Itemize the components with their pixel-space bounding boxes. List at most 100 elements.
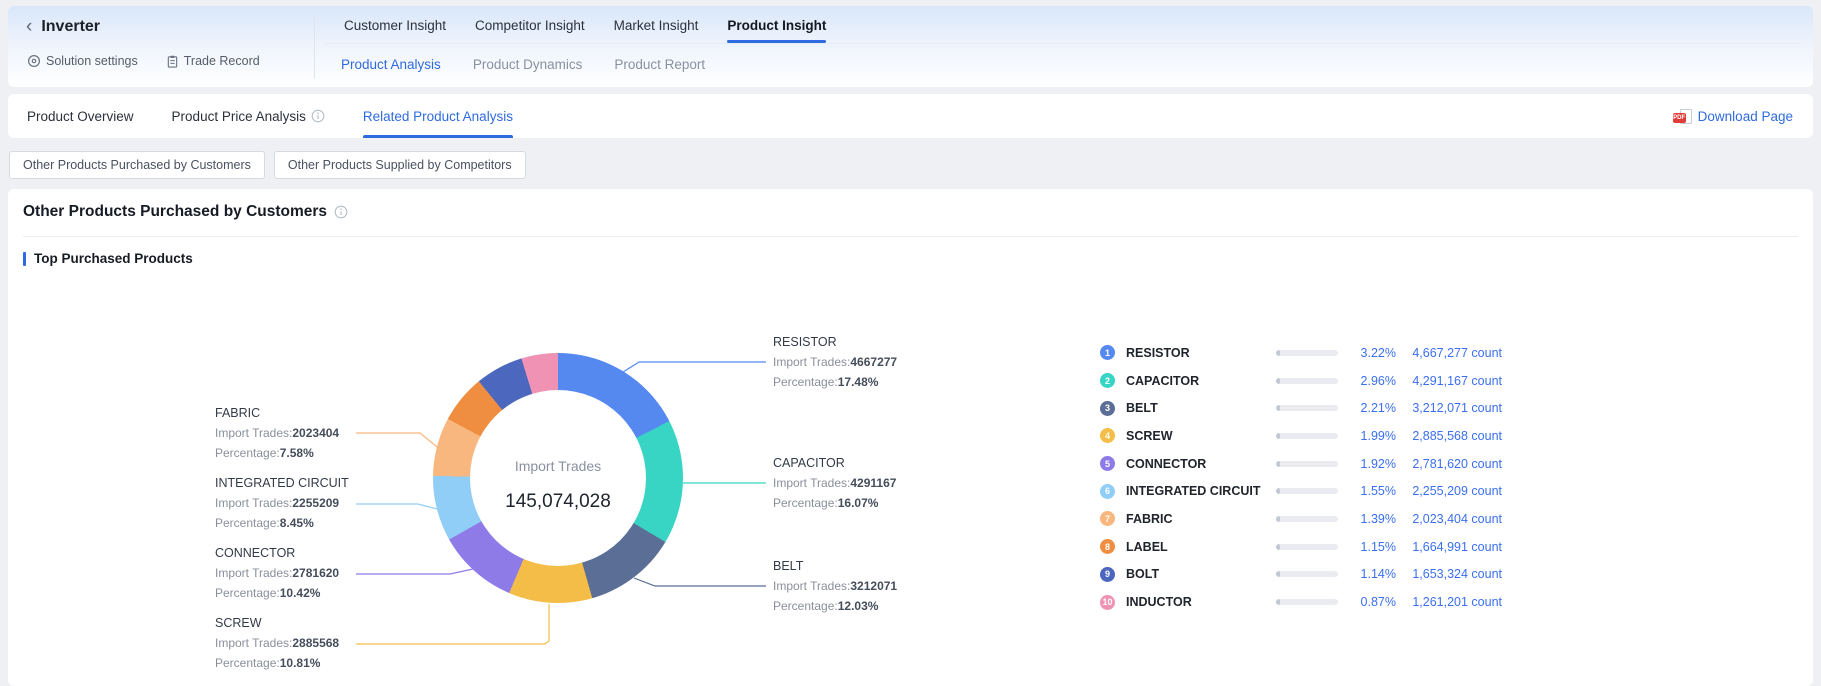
header-divider <box>314 16 315 78</box>
callout-percentage: Percentage:12.03% <box>773 596 948 616</box>
tab-product-price-analysis[interactable]: Product Price Analysis <box>172 94 325 138</box>
subtab-product-report[interactable]: Product Report <box>614 56 705 74</box>
section-title: Other Products Purchased by Customers <box>23 203 327 221</box>
legend-pct: 1.39% <box>1342 512 1396 526</box>
legend-pct: 2.96% <box>1342 374 1396 388</box>
filter-supplied-by-competitors-button[interactable]: Other Products Supplied by Competitors <box>274 151 526 179</box>
rank-badge: 1 <box>1100 345 1115 360</box>
callout-integrated-circuit: INTEGRATED CIRCUIT Import Trades:2255209… <box>215 473 390 533</box>
tab-product-overview-label: Product Overview <box>27 109 134 124</box>
tab-competitor-insight[interactable]: Competitor Insight <box>475 15 585 37</box>
rank-badge: 2 <box>1100 373 1115 388</box>
legend-pct: 0.87% <box>1342 595 1396 609</box>
legend-row-connector[interactable]: 5 CONNECTOR 1.92% 2,781,620 count <box>1100 450 1502 478</box>
rank-badge: 4 <box>1100 428 1115 443</box>
tab-product-insight[interactable]: Product Insight <box>727 15 826 37</box>
trade-record-label: Trade Record <box>184 54 260 68</box>
legend-pct: 2.21% <box>1342 401 1396 415</box>
accent-bar <box>23 252 26 266</box>
legend-name: INTEGRATED CIRCUIT <box>1126 484 1276 498</box>
header-card: ‹ Inverter Solution settings Trade Recor… <box>8 6 1813 87</box>
legend-row-fabric[interactable]: 7 FABRIC 1.39% 2,023,404 count <box>1100 505 1502 533</box>
tab-market-insight[interactable]: Market Insight <box>614 15 699 37</box>
header-links: Solution settings Trade Record <box>27 54 260 68</box>
legend-count: 2,255,209 count <box>1396 484 1502 498</box>
pdf-badge: PDF <box>1673 113 1686 123</box>
legend-pct: 1.55% <box>1342 484 1396 498</box>
page-title: Inverter <box>41 18 100 36</box>
callout-name: CAPACITOR <box>773 453 948 473</box>
top-products-legend: 1 RESISTOR 3.22% 4,667,277 count 2 CAPAC… <box>1100 339 1502 616</box>
callout-percentage: Percentage:10.81% <box>215 653 390 673</box>
solution-settings-icon <box>27 54 41 68</box>
legend-count: 4,291,167 count <box>1396 374 1502 388</box>
legend-row-resistor[interactable]: 1 RESISTOR 3.22% 4,667,277 count <box>1100 339 1502 367</box>
legend-bar <box>1276 516 1338 522</box>
callout-name: INTEGRATED CIRCUIT <box>215 473 390 493</box>
callout-screw: SCREW Import Trades:2885568 Percentage:1… <box>215 613 390 673</box>
legend-bar <box>1276 461 1338 467</box>
callout-name: CONNECTOR <box>215 543 390 563</box>
legend-count: 4,667,277 count <box>1396 346 1502 360</box>
product-subtabs: Product Analysis Product Dynamics Produc… <box>341 56 705 74</box>
section-heading: Other Products Purchased by Customers <box>23 203 348 221</box>
legend-name: SCREW <box>1126 429 1276 443</box>
callout-capacitor: CAPACITOR Import Trades:4291167 Percenta… <box>773 453 948 513</box>
tab-product-overview[interactable]: Product Overview <box>27 94 134 138</box>
back-chevron-icon[interactable]: ‹ <box>26 18 32 36</box>
legend-row-inductor[interactable]: 10 INDUCTOR 0.87% 1,261,201 count <box>1100 588 1502 616</box>
legend-row-integrated-circuit[interactable]: 6 INTEGRATED CIRCUIT 1.55% 2,255,209 cou… <box>1100 477 1502 505</box>
filter-purchased-by-customers-button[interactable]: Other Products Purchased by Customers <box>9 151 265 179</box>
callout-percentage: Percentage:10.42% <box>215 583 390 603</box>
callout-trades: Import Trades:4667277 <box>773 352 948 372</box>
legend-pct: 1.15% <box>1342 540 1396 554</box>
legend-name: BELT <box>1126 401 1276 415</box>
callout-percentage: Percentage:17.48% <box>773 372 948 392</box>
legend-bar <box>1276 350 1338 356</box>
legend-count: 1,664,991 count <box>1396 540 1502 554</box>
tab-related-product-analysis[interactable]: Related Product Analysis <box>363 94 513 138</box>
rank-badge: 6 <box>1100 484 1115 499</box>
callout-name: SCREW <box>215 613 390 633</box>
breadcrumb[interactable]: ‹ Inverter <box>26 18 100 36</box>
legend-bar <box>1276 599 1338 605</box>
legend-bar <box>1276 544 1338 550</box>
subsection-title: Top Purchased Products <box>34 251 193 266</box>
info-icon <box>311 109 325 123</box>
download-page-link[interactable]: PDF Download Page <box>1673 94 1793 138</box>
legend-count: 1,261,201 count <box>1396 595 1502 609</box>
callout-trades: Import Trades:4291167 <box>773 473 948 493</box>
subtab-product-dynamics[interactable]: Product Dynamics <box>473 56 583 74</box>
callout-trades: Import Trades:3212071 <box>773 576 948 596</box>
legend-bar <box>1276 378 1338 384</box>
rank-badge: 9 <box>1100 567 1115 582</box>
filter-buttons: Other Products Purchased by Customers Ot… <box>9 151 526 179</box>
donut-center-label: Import Trades <box>515 458 601 474</box>
legend-name: RESISTOR <box>1126 346 1276 360</box>
legend-row-bolt[interactable]: 9 BOLT 1.14% 1,653,324 count <box>1100 561 1502 589</box>
info-icon[interactable] <box>334 205 348 219</box>
callout-percentage: Percentage:16.07% <box>773 493 948 513</box>
rank-badge: 10 <box>1100 595 1115 610</box>
legend-row-capacitor[interactable]: 2 CAPACITOR 2.96% 4,291,167 count <box>1100 367 1502 395</box>
callout-fabric: FABRIC Import Trades:2023404 Percentage:… <box>215 403 390 463</box>
trade-record-link[interactable]: Trade Record <box>166 54 260 68</box>
callout-percentage: Percentage:8.45% <box>215 513 390 533</box>
callout-connector: CONNECTOR Import Trades:2781620 Percenta… <box>215 543 390 603</box>
callout-name: FABRIC <box>215 403 390 423</box>
tab-customer-insight[interactable]: Customer Insight <box>344 15 446 37</box>
callout-trades: Import Trades:2885568 <box>215 633 390 653</box>
legend-name: FABRIC <box>1126 512 1276 526</box>
callout-belt: BELT Import Trades:3212071 Percentage:12… <box>773 556 948 616</box>
legend-bar <box>1276 488 1338 494</box>
analysis-tabs: Product Overview Product Price Analysis … <box>27 94 513 138</box>
subtab-product-analysis[interactable]: Product Analysis <box>341 56 441 74</box>
rank-badge: 8 <box>1100 539 1115 554</box>
trade-record-clipboard-icon <box>166 55 179 68</box>
legend-row-label[interactable]: 8 LABEL 1.15% 1,664,991 count <box>1100 533 1502 561</box>
legend-name: LABEL <box>1126 540 1276 554</box>
legend-row-belt[interactable]: 3 BELT 2.21% 3,212,071 count <box>1100 394 1502 422</box>
solution-settings-link[interactable]: Solution settings <box>27 54 138 68</box>
legend-row-screw[interactable]: 4 SCREW 1.99% 2,885,568 count <box>1100 422 1502 450</box>
download-page-label: Download Page <box>1698 109 1793 124</box>
